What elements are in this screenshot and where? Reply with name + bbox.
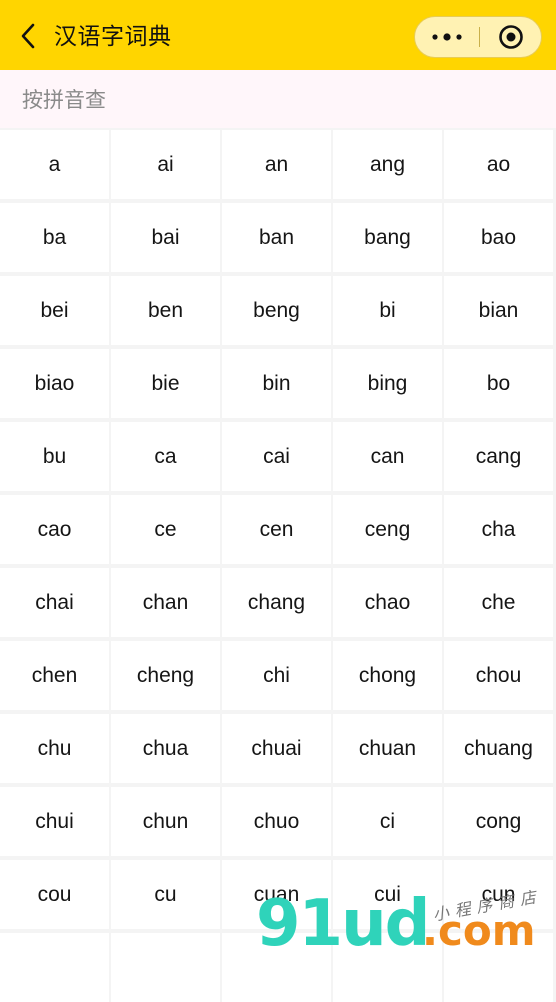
pinyin-cell[interactable]: che [444,568,553,637]
pinyin-cell[interactable]: cai [222,422,331,491]
pinyin-cell[interactable]: bai [111,203,220,272]
pinyin-cell[interactable]: chuan [333,714,442,783]
pinyin-cell[interactable] [222,933,331,1002]
pinyin-cell[interactable]: chu [0,714,109,783]
pinyin-cell[interactable]: bo [444,349,553,418]
pinyin-cell[interactable]: cuan [222,860,331,929]
pinyin-cell[interactable]: ao [444,130,553,199]
pinyin-cell[interactable]: ceng [333,495,442,564]
pinyin-cell[interactable]: chao [333,568,442,637]
pinyin-cell[interactable]: cui [333,860,442,929]
more-button[interactable] [415,17,479,57]
pinyin-cell[interactable]: bi [333,276,442,345]
pinyin-cell[interactable]: ban [222,203,331,272]
back-button[interactable] [14,22,42,50]
pinyin-cell[interactable]: chi [222,641,331,710]
pinyin-cell[interactable]: cong [444,787,553,856]
pinyin-cell[interactable]: chun [111,787,220,856]
pinyin-cell[interactable] [333,933,442,1002]
pinyin-cell[interactable]: cou [0,860,109,929]
pinyin-cell[interactable]: cen [222,495,331,564]
pinyin-cell[interactable] [444,933,553,1002]
pinyin-cell[interactable]: chuai [222,714,331,783]
pinyin-cell[interactable]: a [0,130,109,199]
pinyin-cell[interactable]: cha [444,495,553,564]
close-button[interactable] [480,17,542,57]
pinyin-cell[interactable]: ben [111,276,220,345]
pinyin-cell[interactable]: chong [333,641,442,710]
pinyin-cell[interactable] [111,933,220,1002]
target-close-icon [499,25,523,49]
pinyin-cell[interactable]: an [222,130,331,199]
pinyin-cell[interactable]: bian [444,276,553,345]
pinyin-cell[interactable]: chua [111,714,220,783]
pinyin-cell[interactable]: cao [0,495,109,564]
pinyin-grid: a ai an ang ao ba bai ban bang bao bei ben beng bi bia… [0,130,556,1002]
pinyin-cell[interactable]: bing [333,349,442,418]
pinyin-cell[interactable]: chou [444,641,553,710]
pinyin-cell[interactable] [0,933,109,1002]
pinyin-cell[interactable]: chuo [222,787,331,856]
pinyin-cell[interactable]: can [333,422,442,491]
pinyin-cell[interactable]: beng [222,276,331,345]
pinyin-cell[interactable]: chang [222,568,331,637]
pinyin-cell[interactable]: bang [333,203,442,272]
pinyin-cell[interactable]: bie [111,349,220,418]
pinyin-cell[interactable]: bin [222,349,331,418]
pinyin-cell[interactable]: chan [111,568,220,637]
pinyin-cell[interactable]: cheng [111,641,220,710]
pinyin-cell[interactable]: ang [333,130,442,199]
pinyin-cell[interactable]: chai [0,568,109,637]
mini-program-capsule [414,16,542,58]
pinyin-cell[interactable]: biao [0,349,109,418]
pinyin-cell[interactable]: chuang [444,714,553,783]
more-dots-icon [432,33,462,41]
pinyin-cell[interactable]: ci [333,787,442,856]
pinyin-cell[interactable]: bu [0,422,109,491]
pinyin-cell[interactable]: bei [0,276,109,345]
pinyin-cell[interactable]: bao [444,203,553,272]
page-title: 汉语字词典 [54,23,172,49]
pinyin-cell[interactable]: chen [0,641,109,710]
pinyin-cell[interactable]: ba [0,203,109,272]
chevron-left-icon [21,23,35,49]
pinyin-cell[interactable]: cu [111,860,220,929]
pinyin-cell[interactable]: cun [444,860,553,929]
pinyin-cell[interactable]: ai [111,130,220,199]
pinyin-cell[interactable]: chui [0,787,109,856]
pinyin-cell[interactable]: ce [111,495,220,564]
pinyin-cell[interactable]: cang [444,422,553,491]
pinyin-cell[interactable]: ca [111,422,220,491]
nav-bar: 汉语字词典 [0,0,556,70]
search-input[interactable]: 按拼音查 [0,70,556,128]
